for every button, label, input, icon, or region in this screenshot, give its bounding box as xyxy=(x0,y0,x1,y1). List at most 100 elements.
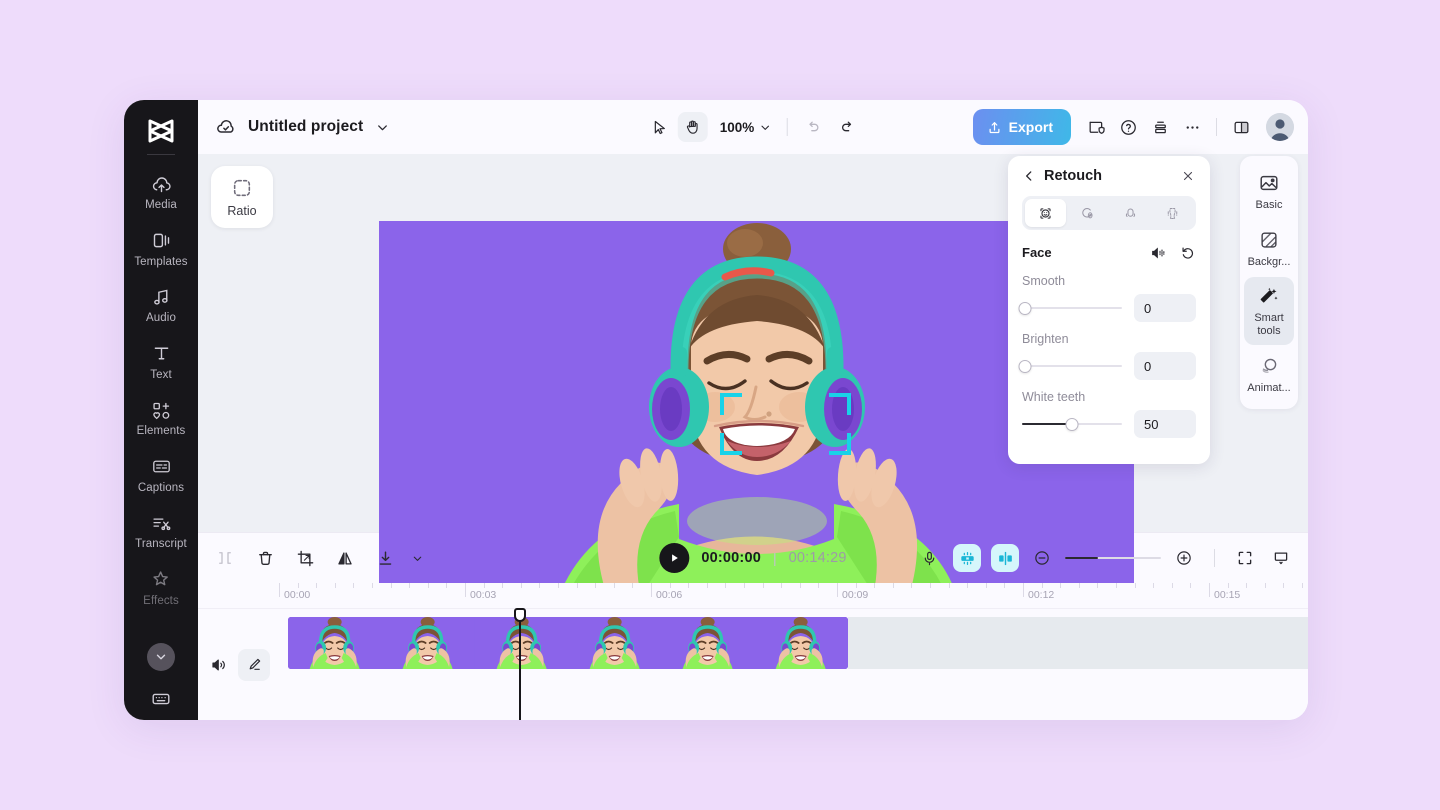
select-arrow-button[interactable] xyxy=(644,112,674,142)
reset-rotate-icon[interactable] xyxy=(1179,244,1196,261)
sidebar-item-effects[interactable]: Effects xyxy=(124,559,198,616)
track-edit-button[interactable] xyxy=(238,648,270,681)
slider-knob[interactable] xyxy=(1018,301,1032,315)
brighten-value[interactable]: 0 xyxy=(1134,352,1196,380)
track-mute-button[interactable] xyxy=(206,652,232,678)
play-button[interactable] xyxy=(659,543,690,573)
slider-label: Brighten xyxy=(1022,332,1069,346)
sidebar-item-captions[interactable]: Captions xyxy=(124,446,198,503)
split-view-button[interactable] xyxy=(1226,112,1256,142)
white-teeth-value[interactable]: 50 xyxy=(1134,410,1196,438)
zoom-in-button[interactable] xyxy=(1171,545,1197,571)
white-teeth-slider[interactable] xyxy=(1022,417,1122,431)
chevron-left-icon[interactable] xyxy=(1022,169,1036,183)
hand-pan-button[interactable] xyxy=(677,112,708,142)
ruler-time-label: 00:15 xyxy=(1214,589,1241,601)
compare-icon[interactable] xyxy=(1149,244,1166,261)
export-button[interactable]: Export xyxy=(972,109,1071,145)
face-bracket-bottom-right xyxy=(829,433,851,455)
privacy-shield-button[interactable] xyxy=(1081,112,1111,142)
clip-thumbnail xyxy=(381,617,475,669)
magic-wand-icon xyxy=(1258,285,1280,307)
ruler-minor-tick xyxy=(1171,583,1173,588)
delete-trash-icon xyxy=(256,549,275,568)
split-clip-button[interactable] xyxy=(212,545,238,571)
empty-track-region[interactable] xyxy=(848,617,1308,669)
slider-track xyxy=(1022,306,1122,310)
cloud-saved-icon[interactable] xyxy=(214,115,238,139)
zoom-level-control[interactable]: 100% xyxy=(712,120,776,135)
sidebar-item-media[interactable]: Media xyxy=(124,163,198,220)
tab-eyes[interactable] xyxy=(1068,199,1109,227)
delete-button[interactable] xyxy=(252,545,278,571)
rail-divider xyxy=(147,154,175,155)
brighten-slider[interactable] xyxy=(1018,359,1122,373)
sidebar-item-transcript[interactable]: Transcript xyxy=(124,502,198,559)
fit-screen-button[interactable] xyxy=(1232,545,1258,571)
sidebar-item-audio[interactable]: Audio xyxy=(124,276,198,333)
cursor-arrow-icon xyxy=(650,119,667,136)
ruler-minor-tick xyxy=(911,583,913,588)
help-button[interactable] xyxy=(1113,112,1143,142)
more-options-button[interactable] xyxy=(1177,112,1207,142)
chevron-down-icon xyxy=(758,121,771,134)
tab-face[interactable] xyxy=(1025,199,1066,227)
right-rail-item-basic[interactable]: Basic xyxy=(1244,164,1294,219)
timeline-ruler[interactable]: 00:00 00:03 00:06 00:09 00:12 00:15 xyxy=(198,583,1308,609)
split-center-button[interactable] xyxy=(991,544,1019,572)
tab-body[interactable] xyxy=(1153,199,1194,227)
undo-button[interactable] xyxy=(798,112,828,142)
sidebar-item-templates[interactable]: Templates xyxy=(124,220,198,277)
redo-button[interactable] xyxy=(832,112,862,142)
sidebar-item-text[interactable]: Text xyxy=(124,333,198,390)
slider-knob[interactable] xyxy=(1018,359,1032,373)
upload-icon xyxy=(987,120,1002,135)
download-options-button[interactable] xyxy=(404,545,430,571)
ruler-minor-tick xyxy=(539,583,541,588)
auto-cut-button[interactable] xyxy=(953,544,981,572)
elements-icon xyxy=(150,399,172,421)
ruler-minor-tick xyxy=(595,583,597,588)
crop-icon xyxy=(296,549,315,568)
avatar[interactable] xyxy=(1266,113,1294,141)
current-time: 00:00:00 xyxy=(701,550,761,566)
slider-knob[interactable] xyxy=(1065,417,1079,431)
top-header: Untitled project 100% Export xyxy=(198,100,1308,154)
crop-button[interactable] xyxy=(292,545,318,571)
capcut-logo-icon[interactable] xyxy=(143,114,179,148)
ruler-major-tick: 00:15 xyxy=(1209,583,1240,601)
ruler-tick-line xyxy=(279,583,280,597)
chevron-down-icon[interactable] xyxy=(373,118,391,136)
zoom-out-button[interactable] xyxy=(1029,545,1055,571)
mirror-button[interactable] xyxy=(332,545,358,571)
sidebar-collapse-button[interactable] xyxy=(147,643,175,671)
tab-nose[interactable] xyxy=(1110,199,1151,227)
layers-button[interactable] xyxy=(1145,112,1175,142)
smooth-slider[interactable] xyxy=(1018,301,1122,315)
timeline-toolbar: 00:00:00 | 00:14:29 xyxy=(198,533,1308,583)
download-icon xyxy=(376,549,395,568)
right-rail-item-animation[interactable]: Animat... xyxy=(1244,347,1294,402)
video-clip[interactable] xyxy=(288,617,848,669)
right-rail-item-background[interactable]: Backgr... xyxy=(1244,221,1294,276)
download-button[interactable] xyxy=(372,545,398,571)
slider-group-smooth: Smooth 0 xyxy=(1018,274,1196,322)
eye-shape-icon xyxy=(1079,205,1096,222)
keyboard-shortcuts-icon[interactable] xyxy=(148,686,174,712)
ratio-button[interactable]: Ratio xyxy=(211,166,273,228)
ruler-minor-tick xyxy=(762,583,764,588)
cloud-upload-icon xyxy=(150,173,172,195)
timeline-zoom-slider[interactable] xyxy=(1065,552,1161,564)
zoom-plus-icon xyxy=(1175,549,1193,567)
presentation-button[interactable] xyxy=(1268,545,1294,571)
close-icon[interactable] xyxy=(1180,168,1196,184)
ruler-minor-tick xyxy=(1078,583,1080,588)
smooth-value[interactable]: 0 xyxy=(1134,294,1196,322)
sidebar-item-elements[interactable]: Elements xyxy=(124,389,198,446)
right-rail-item-smart-tools[interactable]: Smart tools xyxy=(1244,277,1294,345)
ruler-minor-tick xyxy=(334,583,336,588)
microphone-button[interactable] xyxy=(915,544,943,572)
page-title: Untitled project xyxy=(248,118,364,135)
slider-label: Smooth xyxy=(1022,274,1066,288)
image-basic-icon xyxy=(1258,172,1280,194)
